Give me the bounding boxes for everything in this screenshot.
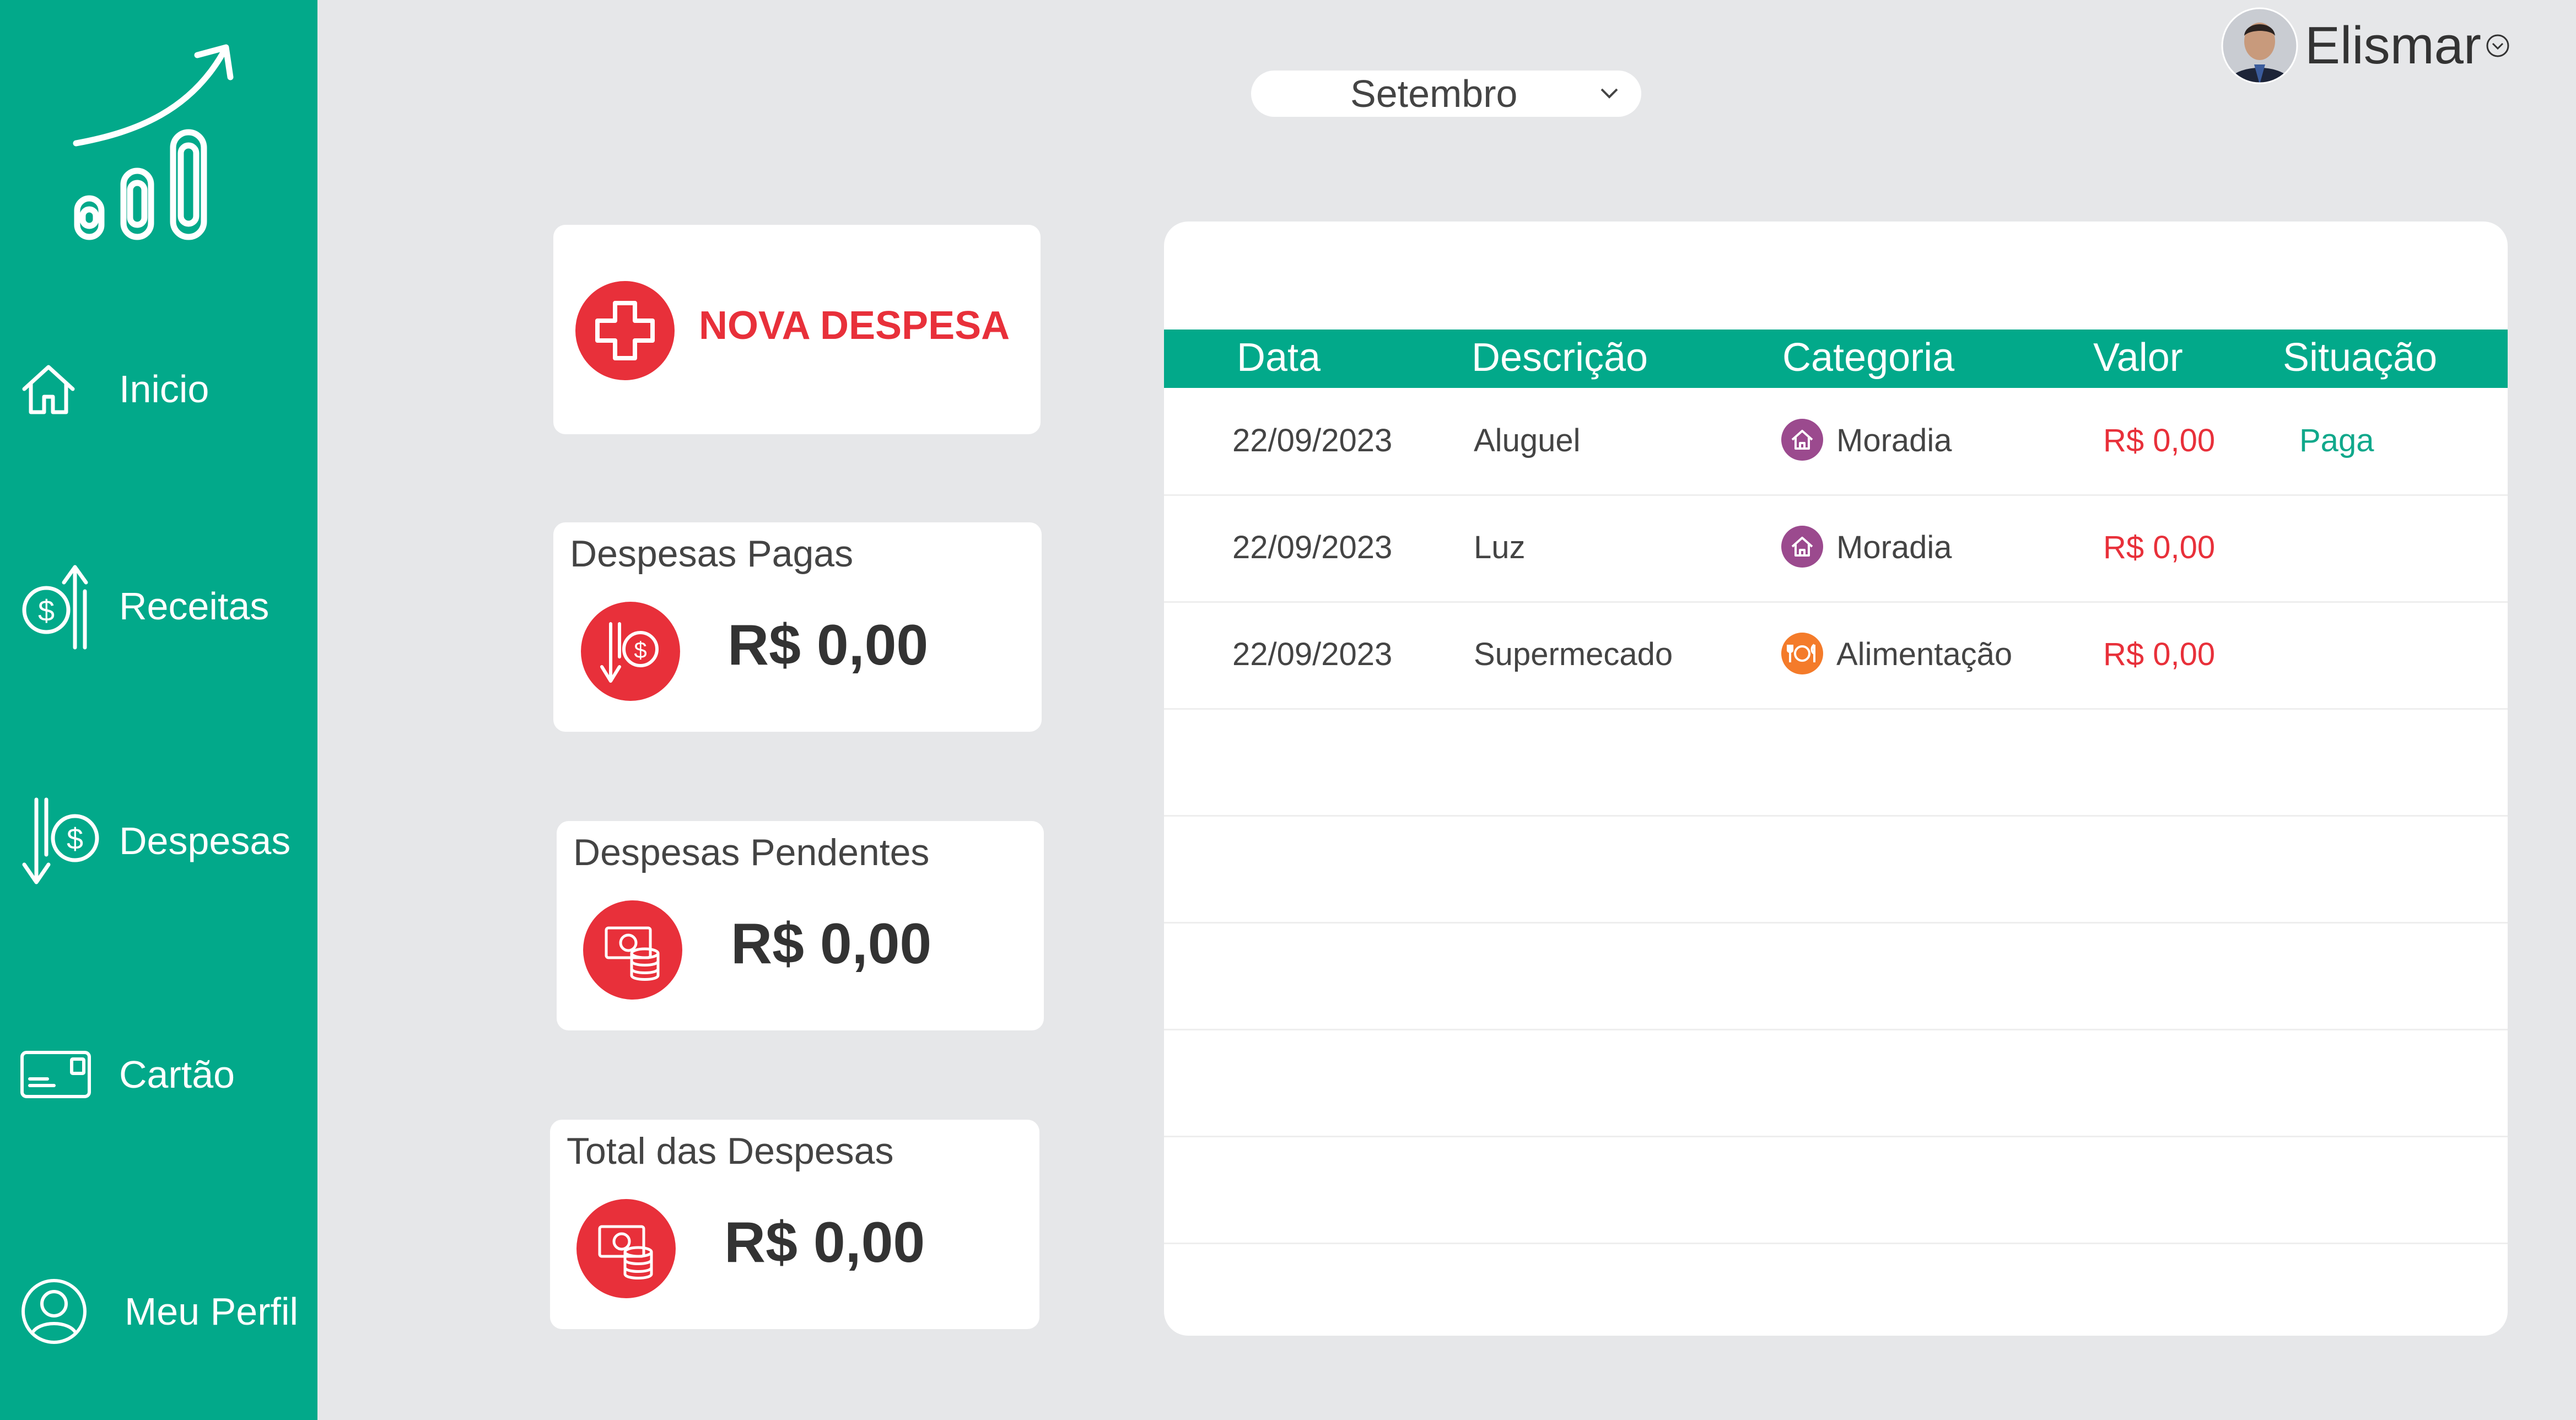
avatar: [2221, 7, 2298, 84]
column-header-valor[interactable]: Valor: [2093, 335, 2183, 380]
sidebar-item-receitas[interactable]: $ Receitas: [0, 562, 317, 650]
svg-text:$: $: [67, 823, 83, 856]
svg-text:$: $: [38, 595, 55, 628]
dining-icon: [1781, 633, 1823, 674]
sidebar-item-label: Cartão: [119, 1053, 235, 1096]
user-name: Elismar: [2305, 16, 2482, 75]
cell-description: Luz: [1474, 530, 1526, 565]
expenses-table: Data Descrição Categoria Valor Situação …: [1164, 222, 2508, 1336]
cell-description: Aluguel: [1474, 423, 1581, 458]
paid-expenses-card: Despesas Pagas $ R$ 0,00: [553, 522, 1042, 732]
chevron-down-circle-icon[interactable]: [2485, 33, 2511, 59]
table-header: Data Descrição Categoria Valor Situação: [1164, 330, 2508, 388]
pending-amount: R$ 0,00: [731, 912, 932, 976]
total-amount: R$ 0,00: [724, 1211, 925, 1275]
card-title: Total das Despesas: [567, 1130, 894, 1172]
cell-category: Alimentação: [1836, 636, 2013, 672]
new-expense-button[interactable]: NOVA DESPESA: [553, 225, 1041, 434]
empty-table-row: [1164, 1029, 2508, 1137]
home-icon: [22, 365, 75, 414]
sidebar-item-label: Receitas: [119, 585, 270, 628]
sidebar: Inicio $ Receitas $ Despesas Cartão Meu …: [0, 0, 317, 1420]
empty-table-row: [1164, 1136, 2508, 1244]
new-expense-label: NOVA DESPESA: [699, 304, 1010, 348]
svg-text:$: $: [634, 637, 646, 663]
house-icon: [1781, 526, 1823, 568]
cell-category: Moradia: [1836, 423, 1952, 458]
table-row[interactable]: 22/09/2023 Aluguel Moradia R$ 0,00 Paga: [1164, 388, 2508, 496]
house-icon: [1781, 419, 1823, 461]
cell-date: 22/09/2023: [1232, 636, 1393, 672]
cell-date: 22/09/2023: [1232, 423, 1393, 458]
sidebar-item-meu-perfil[interactable]: Meu Perfil: [0, 1267, 317, 1356]
table-row[interactable]: 22/09/2023 Supermecado Alimentação R$ 0,…: [1164, 602, 2508, 710]
table-row[interactable]: 22/09/2023 Luz Moradia R$ 0,00: [1164, 495, 2508, 603]
column-header-data[interactable]: Data: [1237, 335, 1321, 380]
cell-value: R$ 0,00: [2103, 530, 2216, 565]
sidebar-item-label: Despesas: [119, 819, 291, 862]
paid-amount: R$ 0,00: [727, 613, 929, 677]
sidebar-item-inicio[interactable]: Inicio: [0, 345, 317, 433]
cell-description: Supermecado: [1474, 636, 1673, 672]
month-select[interactable]: Setembro: [1251, 71, 1641, 117]
expense-down-icon: $: [581, 602, 680, 701]
growth-chart-logo-icon: [73, 44, 234, 240]
column-header-situacao[interactable]: Situação: [2283, 335, 2437, 380]
cell-status: Paga: [2299, 423, 2374, 458]
cash-coins-icon: [583, 900, 682, 1000]
expense-icon: $: [22, 797, 99, 884]
empty-table-row: [1164, 709, 2508, 817]
chevron-down-icon: [1600, 88, 1618, 99]
cell-value: R$ 0,00: [2103, 636, 2216, 672]
cell-date: 22/09/2023: [1232, 530, 1393, 565]
total-expenses-card: Total das Despesas R$ 0,00: [550, 1120, 1039, 1329]
sidebar-item-label: Inicio: [119, 368, 209, 411]
user-icon: [21, 1279, 87, 1344]
card-title: Despesas Pagas: [570, 533, 854, 575]
column-header-categoria[interactable]: Categoria: [1782, 335, 1954, 380]
empty-table-row: [1164, 922, 2508, 1030]
plus-icon: [575, 281, 675, 380]
cash-coins-icon: [576, 1199, 676, 1298]
sidebar-item-cartao[interactable]: Cartão: [0, 1030, 317, 1119]
sidebar-item-label: Meu Perfil: [125, 1290, 299, 1333]
empty-table-row: [1164, 816, 2508, 924]
cell-value: R$ 0,00: [2103, 423, 2216, 458]
cell-category: Moradia: [1836, 530, 1952, 565]
card-title: Despesas Pendentes: [573, 832, 930, 873]
card-icon: [20, 1051, 91, 1098]
sidebar-item-despesas[interactable]: $ Despesas: [0, 797, 317, 885]
income-icon: $: [22, 565, 88, 650]
month-select-value: Setembro: [1350, 72, 1518, 115]
column-header-descricao[interactable]: Descrição: [1472, 335, 1648, 380]
user-menu[interactable]: Elismar: [2221, 4, 2511, 87]
pending-expenses-card: Despesas Pendentes R$ 0,00: [557, 821, 1044, 1030]
